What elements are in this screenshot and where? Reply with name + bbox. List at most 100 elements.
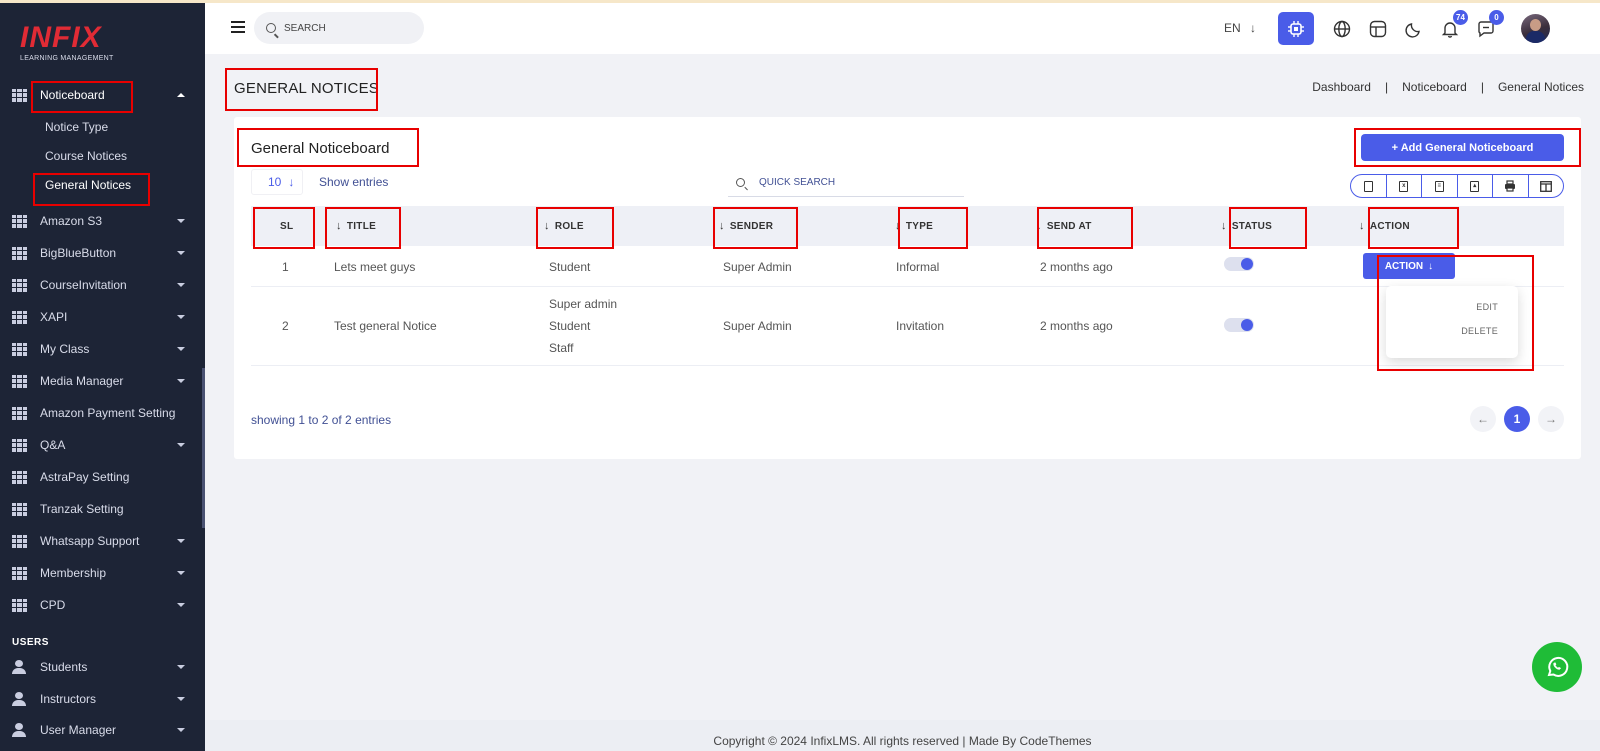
sidebar-item-whatsapp-support[interactable]: Whatsapp Support	[0, 528, 205, 554]
sidebar-item-label: CourseInvitation	[40, 278, 127, 292]
action-dropdown-button[interactable]: ACTION ↓	[1363, 253, 1455, 279]
search-input[interactable]	[284, 22, 414, 34]
copy-icon	[1363, 180, 1373, 192]
cell-role: Student	[549, 319, 591, 333]
sidebar-item-q-a[interactable]: Q&A	[0, 432, 205, 458]
chevron-down-icon	[177, 315, 185, 319]
sidebar-item-user-manager[interactable]: User Manager	[0, 717, 205, 743]
breadcrumb-current: General Notices	[1497, 80, 1584, 94]
sidebar-item-xapi[interactable]: XAPI	[0, 304, 205, 330]
copy-button[interactable]	[1351, 175, 1387, 197]
grid-icon	[12, 214, 27, 228]
language-selector[interactable]: EN ↓	[1224, 21, 1256, 35]
chat-icon[interactable]: 0	[1473, 10, 1504, 42]
action-label: ACTION	[1384, 260, 1424, 272]
sidebar-item-my-class[interactable]: My Class	[0, 336, 205, 362]
column-header-title[interactable]: ↓ TITLE	[336, 206, 376, 246]
sidebar-item-membership[interactable]: Membership	[0, 560, 205, 586]
sidebar-item-students[interactable]: Students	[0, 654, 205, 680]
pdf-button[interactable]: ▴	[1458, 175, 1493, 197]
column-header-action[interactable]: ↓ ACTION	[1359, 206, 1410, 246]
add-general-noticeboard-button[interactable]: + Add General Noticeboard	[1361, 134, 1564, 161]
breadcrumb-dashboard[interactable]: Dashboard	[1312, 80, 1371, 94]
avatar[interactable]	[1521, 14, 1550, 43]
user-icon	[12, 660, 26, 674]
menu-toggle-icon[interactable]	[231, 21, 245, 33]
logo[interactable]: INFIX LEARNING MANAGEMENT	[20, 23, 114, 63]
column-label: ACTION	[1369, 220, 1410, 232]
arrow-left-icon[interactable]: ←	[1470, 406, 1496, 432]
grid-icon	[12, 406, 27, 420]
search-icon	[736, 178, 745, 187]
sidebar-item-amazon-payment-setting[interactable]: Amazon Payment Setting	[0, 400, 205, 426]
arrow-down-icon: ↓	[1250, 21, 1257, 35]
sidebar-subitem-general-notices[interactable]: General Notices	[45, 178, 131, 192]
column-header-status[interactable]: ↓ STATUS	[1221, 206, 1272, 246]
sidebar-item-cpd[interactable]: CPD	[0, 592, 205, 618]
breadcrumb: Dashboard | Noticeboard | General Notice…	[1312, 80, 1584, 94]
edit-menu-item[interactable]: EDIT	[1476, 302, 1498, 312]
sidebar-subitem-notice-type[interactable]: Notice Type	[45, 120, 108, 134]
topbar: EN ↓ 74 0	[205, 3, 1600, 54]
globe-icon[interactable]	[1329, 16, 1355, 42]
sidebar-item-label: Whatsapp Support	[40, 534, 140, 548]
arrow-down-icon: ↓	[288, 175, 295, 189]
sidebar-item-instructors[interactable]: Instructors	[0, 686, 205, 712]
layout-icon[interactable]	[1365, 16, 1391, 42]
sidebar-item-label: BigBlueButton	[40, 246, 117, 260]
arrow-right-icon[interactable]: →	[1538, 406, 1564, 432]
delete-menu-item[interactable]: DELETE	[1461, 326, 1498, 336]
arrow-down-icon: ↓	[1036, 220, 1042, 232]
sidebar-item-label: Instructors	[40, 692, 97, 706]
arrow-down-icon: ↓	[1359, 220, 1365, 232]
excel-button[interactable]: x	[1387, 175, 1422, 197]
status-toggle[interactable]	[1224, 318, 1254, 332]
sidebar-item-noticeboard[interactable]: Noticeboard	[0, 82, 205, 108]
global-search[interactable]	[254, 12, 424, 44]
column-header-sender[interactable]: ↓ SENDER	[719, 206, 773, 246]
print-button[interactable]	[1493, 175, 1529, 197]
quick-search[interactable]	[728, 169, 964, 197]
status-toggle[interactable]	[1224, 257, 1254, 271]
page-button-current[interactable]: 1	[1504, 406, 1530, 432]
column-visibility-button[interactable]	[1529, 175, 1564, 197]
sidebar-scrollbar[interactable]	[202, 368, 205, 528]
sidebar-item-bigbluebutton[interactable]: BigBlueButton	[0, 240, 205, 266]
sidebar-item-astrapay-setting[interactable]: AstraPay Setting	[0, 464, 205, 490]
moon-icon[interactable]	[1401, 16, 1427, 42]
column-label: TITLE	[346, 220, 377, 232]
sidebar-item-tranzak-setting[interactable]: Tranzak Setting	[0, 496, 205, 522]
column-label: SEND AT	[1046, 220, 1092, 232]
csv-button[interactable]: ≡	[1422, 175, 1458, 197]
sidebar-item-media-manager[interactable]: Media Manager	[0, 368, 205, 394]
column-header-type[interactable]: ↓ TYPE	[895, 206, 933, 246]
whatsapp-icon[interactable]	[1532, 642, 1582, 692]
column-header-send-at[interactable]: ↓ SEND AT	[1036, 206, 1092, 246]
grid-icon	[12, 534, 27, 548]
sidebar-item-courseinvitation[interactable]: CourseInvitation	[0, 272, 205, 298]
arrow-down-icon: ↓	[1428, 260, 1434, 272]
chevron-down-icon	[177, 603, 185, 607]
pagination: ← 1 →	[1470, 406, 1564, 432]
grid-icon	[12, 342, 27, 356]
chip-icon[interactable]	[1278, 12, 1314, 45]
sidebar-item-label: Noticeboard	[40, 88, 105, 102]
quick-search-input[interactable]	[759, 177, 949, 188]
sidebar-item-label: Students	[40, 660, 88, 674]
cell-type: Invitation	[896, 319, 945, 333]
printer-icon	[1505, 180, 1516, 192]
breadcrumb-noticeboard[interactable]: Noticeboard	[1402, 80, 1467, 94]
cell-send-at: 2 months ago	[1040, 260, 1113, 274]
sidebar-item-amazon-s3[interactable]: Amazon S3	[0, 208, 205, 234]
page-title: GENERAL NOTICES	[234, 80, 379, 97]
entries-select[interactable]: 10 ↓	[251, 169, 303, 195]
arrow-down-icon: ↓	[336, 220, 342, 232]
sidebar-subitem-course-notices[interactable]: Course Notices	[45, 149, 127, 163]
user-icon	[12, 692, 26, 706]
chevron-down-icon	[177, 379, 185, 383]
column-header-sl[interactable]: SL	[280, 206, 293, 246]
column-header-role[interactable]: ↓ ROLE	[544, 206, 584, 246]
bell-icon[interactable]: 74	[1437, 10, 1468, 42]
cell-sender: Super Admin	[723, 319, 792, 333]
csv-icon: ≡	[1434, 180, 1444, 192]
